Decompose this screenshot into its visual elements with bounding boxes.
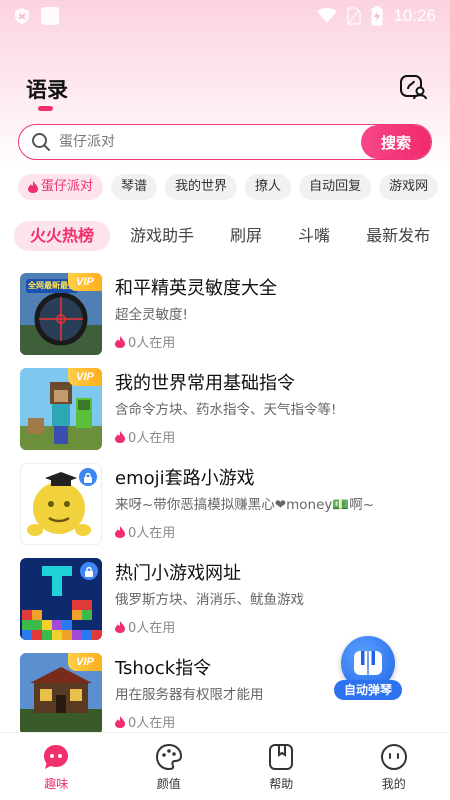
chip-game-sites[interactable]: 游戏网 <box>379 174 439 200</box>
nav-label: 趣味 <box>44 777 69 791</box>
flame-icon <box>115 715 125 728</box>
item-usage: 0人在用 <box>115 332 175 351</box>
chip-sheet-music[interactable]: 琴谱 <box>111 174 158 200</box>
item-usage: 0人在用 <box>115 617 175 636</box>
item-title: 热门小游戏网址 <box>115 563 241 584</box>
chip-minecraft[interactable]: 我的世界 <box>165 174 238 200</box>
title-indicator <box>38 106 53 111</box>
chip-label: 我的世界 <box>175 179 228 194</box>
usage-count: 0人在用 <box>128 336 176 351</box>
item-usage: 0人在用 <box>115 522 175 541</box>
item-usage: 0人在用 <box>115 427 175 446</box>
search-button[interactable]: 搜索 <box>361 125 431 159</box>
item-title: 我的世界常用基础指令 <box>115 373 295 394</box>
search-bar: 搜索 <box>18 124 432 160</box>
user-settings-icon[interactable] <box>398 72 428 102</box>
list-item[interactable]: emoji套路小游戏 来呀~带你恶搞模拟赚黑心❤money💵啊~ 0人在用 <box>0 460 450 555</box>
list-item[interactable]: VIP 我的世界常用基础指令 含命令方块、药水指令、天气指令等! 0人在用 <box>0 365 450 460</box>
chip-label: 蛋仔派对 <box>41 179 94 194</box>
battery-charging-icon <box>371 6 383 26</box>
chip-auto-reply[interactable]: 自动回复 <box>299 174 372 200</box>
piano-icon <box>354 651 382 675</box>
bookmark-icon <box>269 744 294 770</box>
nav-label: 颜值 <box>156 777 181 791</box>
flame-icon <box>115 525 125 538</box>
tab-game-assistant[interactable]: 游戏助手 <box>116 221 208 251</box>
lock-icon <box>84 472 92 483</box>
keyword-chips: 蛋仔派对 琴谱 我的世界 撩人 自动回复 游戏网 <box>18 174 450 202</box>
nav-label: 帮助 <box>269 777 294 791</box>
nav-label: 我的 <box>381 777 406 791</box>
lock-badge <box>79 468 97 486</box>
item-thumbnail: VIP <box>20 368 102 450</box>
item-thumbnail <box>20 558 102 640</box>
category-tabs: 火火热榜 游戏助手 刷屏 斗嘴 最新发布 <box>14 220 450 252</box>
chip-flirt[interactable]: 撩人 <box>245 174 292 200</box>
status-bar: 10:26 <box>0 0 450 32</box>
smiley-icon <box>380 744 407 770</box>
auto-piano-button[interactable]: 自动弹琴 <box>334 636 402 702</box>
item-description: 含命令方块、药水指令、天气指令等! <box>115 402 337 418</box>
bottom-navigation: 趣味 颜值 帮助 我的 <box>0 732 450 800</box>
auto-piano-label: 自动弹琴 <box>334 680 402 700</box>
item-usage: 0人在用 <box>115 712 175 731</box>
item-title: emoji套路小游戏 <box>115 468 255 489</box>
vip-badge: VIP <box>68 653 102 671</box>
usage-count: 0人在用 <box>128 431 176 446</box>
usage-count: 0人在用 <box>128 526 176 541</box>
clock: 10:26 <box>393 6 436 25</box>
nav-looks[interactable]: 颜值 <box>113 733 226 800</box>
flame-icon <box>115 620 125 633</box>
list-item[interactable]: 全网最新最全 VIP 和平精英灵敏度大全 超全灵敏度! 0人在用 <box>0 270 450 365</box>
chip-label: 游戏网 <box>389 179 429 194</box>
item-thumbnail: 全网最新最全 VIP <box>20 273 102 355</box>
tab-latest[interactable]: 最新发布 <box>352 221 444 251</box>
nav-fun[interactable]: 趣味 <box>0 733 113 800</box>
chip-label: 自动回复 <box>309 179 362 194</box>
flame-icon <box>115 335 125 348</box>
vip-badge: VIP <box>68 273 102 291</box>
item-description: 用在服务器有权限才能用 <box>115 687 264 703</box>
item-thumbnail: VIP <box>20 653 102 735</box>
nav-mine[interactable]: 我的 <box>338 733 450 800</box>
shield-icon <box>15 8 29 24</box>
item-title: 和平精英灵敏度大全 <box>115 278 277 299</box>
tab-hot-list[interactable]: 火火热榜 <box>14 221 111 251</box>
page-title: 语录 <box>26 78 68 102</box>
usage-count: 0人在用 <box>128 621 176 636</box>
wifi-icon <box>317 8 338 23</box>
item-description: 俄罗斯方块、消消乐、鱿鱼游戏 <box>115 592 304 608</box>
page-header: 语录 <box>0 62 450 114</box>
chip-label: 琴谱 <box>121 179 148 194</box>
chip-label: 撩人 <box>255 179 282 194</box>
tab-spam[interactable]: 刷屏 <box>216 221 276 251</box>
flame-icon <box>115 430 125 443</box>
palette-icon <box>155 743 182 771</box>
item-description: 来呀~带你恶搞模拟赚黑心❤money💵啊~ <box>115 497 375 513</box>
item-thumbnail <box>20 463 102 545</box>
chip-eggy-party[interactable]: 蛋仔派对 <box>18 174 104 200</box>
chat-bubble-icon <box>44 745 69 769</box>
app-notification-icon <box>41 7 59 25</box>
vip-badge: VIP <box>68 368 102 386</box>
nav-help[interactable]: 帮助 <box>225 733 338 800</box>
usage-count: 0人在用 <box>128 716 176 731</box>
lock-badge <box>80 562 98 580</box>
flame-icon <box>28 181 38 193</box>
search-icon <box>32 133 50 151</box>
no-sim-icon <box>347 7 362 25</box>
item-title: Tshock指令 <box>115 658 212 679</box>
search-input[interactable] <box>59 134 349 150</box>
tab-banter[interactable]: 斗嘴 <box>284 221 344 251</box>
item-description: 超全灵敏度! <box>115 307 188 323</box>
lock-icon <box>85 566 93 577</box>
